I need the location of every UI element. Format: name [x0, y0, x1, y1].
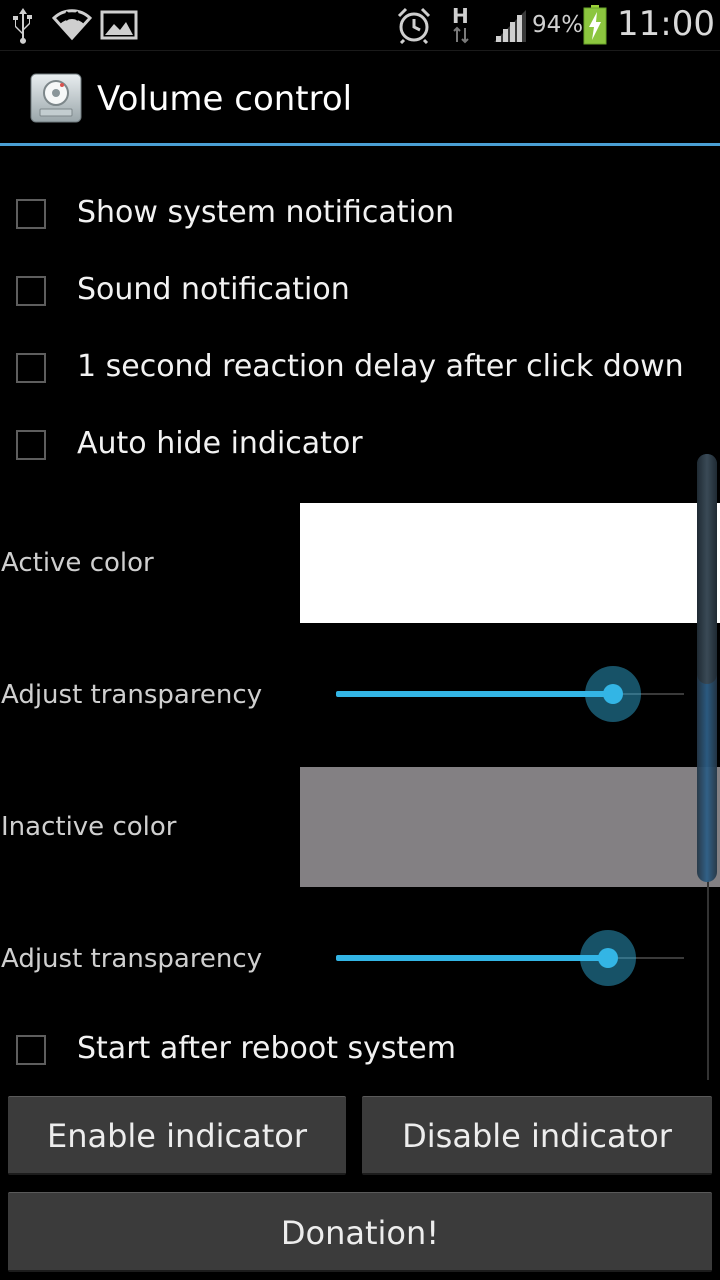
- auto-hide-indicator-checkbox[interactable]: [16, 430, 46, 460]
- active-transparency-label: Adjust transparency: [1, 680, 263, 710]
- status-bar: H 94% 11:00: [0, 0, 720, 51]
- signal-icon: [494, 10, 526, 42]
- alarm-icon: [397, 7, 431, 44]
- enable-indicator-button[interactable]: Enable indicator: [8, 1096, 346, 1175]
- inactive-color-swatch[interactable]: [300, 767, 720, 887]
- slider-fill: [336, 955, 609, 961]
- data-arrows-icon: [453, 26, 469, 44]
- donation-label: Donation!: [280, 1214, 440, 1252]
- active-color-swatch[interactable]: [300, 503, 720, 623]
- action-bar-divider: [0, 143, 720, 146]
- show-system-notification-label: Show system notification: [77, 195, 455, 230]
- start-after-reboot-row[interactable]: Start after reboot system: [0, 1017, 700, 1087]
- reaction-delay-checkbox[interactable]: [16, 353, 46, 383]
- reaction-delay-row[interactable]: 1 second reaction delay after click down: [0, 335, 700, 405]
- disable-indicator-button[interactable]: Disable indicator: [362, 1096, 712, 1175]
- slider-fill: [336, 691, 613, 697]
- battery-percent: 94%: [532, 12, 584, 38]
- app-title: Volume control: [97, 79, 353, 119]
- sound-notification-label: Sound notification: [77, 272, 350, 307]
- show-system-notification-checkbox[interactable]: [16, 199, 46, 229]
- disable-indicator-label: Disable indicator: [402, 1117, 672, 1155]
- slider-thumb-center: [603, 684, 623, 704]
- inactive-color-label: Inactive color: [1, 812, 177, 842]
- active-transparency-slider[interactable]: [336, 665, 684, 725]
- start-after-reboot-checkbox[interactable]: [16, 1035, 46, 1065]
- start-after-reboot-label: Start after reboot system: [77, 1031, 456, 1066]
- auto-hide-indicator-label: Auto hide indicator: [77, 426, 363, 461]
- action-bar: Volume control: [0, 51, 720, 143]
- auto-hide-indicator-row[interactable]: Auto hide indicator: [0, 412, 700, 482]
- slider-thumb-center: [598, 948, 619, 968]
- wifi-icon: [52, 9, 92, 41]
- clock-time: 11:00: [617, 4, 715, 44]
- scroll-track: [707, 880, 709, 1080]
- sound-notification-row[interactable]: Sound notification: [0, 258, 700, 328]
- volume-control-app-icon: [30, 73, 82, 123]
- slider-thumb[interactable]: [585, 666, 641, 722]
- inactive-transparency-label: Adjust transparency: [1, 944, 263, 974]
- battery-charging-icon: [583, 5, 607, 45]
- donation-button[interactable]: Donation!: [8, 1192, 712, 1272]
- image-icon: [100, 10, 138, 40]
- usb-icon: [13, 8, 32, 44]
- sound-notification-checkbox[interactable]: [16, 276, 46, 306]
- slider-thumb[interactable]: [580, 930, 637, 986]
- inactive-transparency-slider[interactable]: [336, 929, 684, 989]
- reaction-delay-label: 1 second reaction delay after click down: [77, 349, 684, 384]
- network-type-label: H: [452, 4, 469, 28]
- scrollbar-thumb-top: [697, 454, 717, 684]
- active-color-label: Active color: [1, 548, 154, 578]
- show-system-notification-row[interactable]: Show system notification: [0, 181, 700, 251]
- enable-indicator-label: Enable indicator: [46, 1117, 308, 1155]
